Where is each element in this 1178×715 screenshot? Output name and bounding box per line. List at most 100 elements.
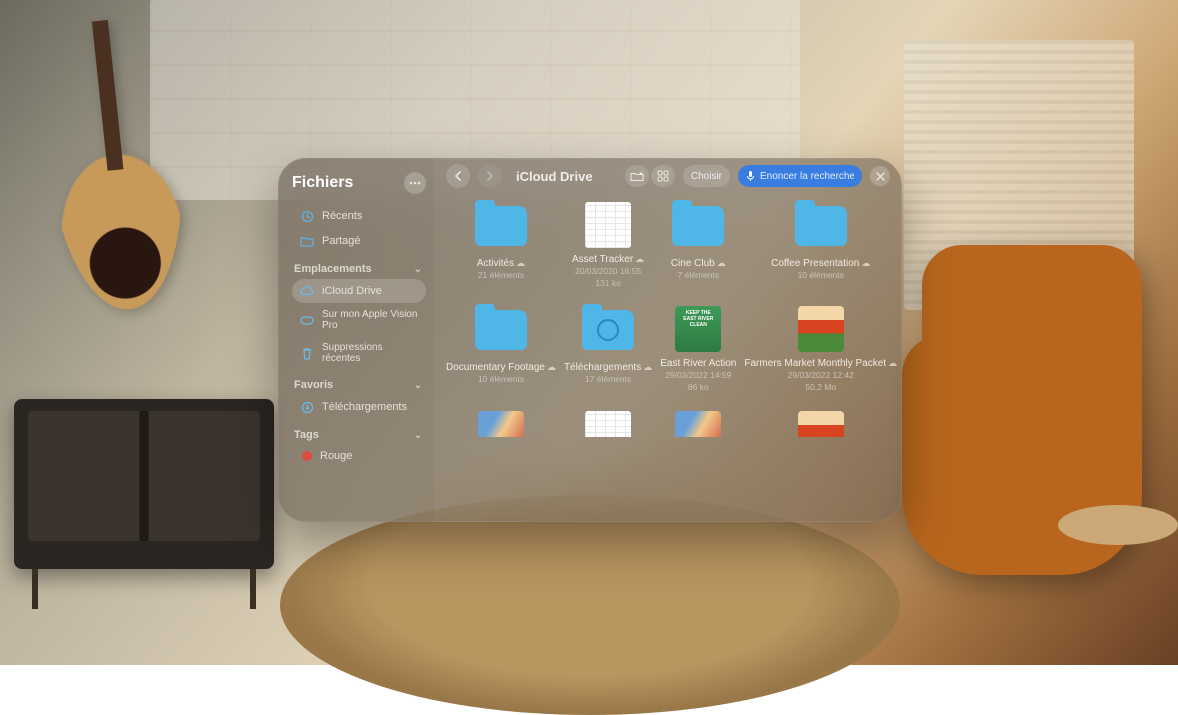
file-name: Farmers Market Monthly Packet☁︎ [742,358,899,369]
choose-button[interactable]: Choisir [683,165,730,187]
cloud-status-icon: ☁︎ [888,358,897,368]
shared-folder-icon [300,234,314,248]
file-meta2: 50,2 Mo [742,382,899,393]
chevron-left-icon [454,171,462,181]
file-item[interactable]: Farmers Market Monthly Packet☁︎29/03/202… [742,306,899,392]
cloud-status-icon: ☁︎ [717,258,726,268]
file-meta: 29/03/2022 12:42 [742,370,899,381]
search-field[interactable] [738,165,862,187]
file-item[interactable]: Coffee Presentation☁︎10 éléments [742,202,899,288]
file-meta: 7 éléments [658,270,738,281]
chevron-down-icon: ⌄ [414,264,422,275]
file-meta: 10 éléments [742,270,899,281]
file-name: East River Action [658,358,738,369]
sidebar-label: iCloud Drive [322,285,382,297]
location-title: iCloud Drive [516,169,593,184]
cabinet-decor [14,399,274,569]
file-thumb [795,411,847,437]
file-thumb [795,206,847,252]
file-meta: 29/03/2022 14:59 [658,370,738,381]
file-item[interactable]: Téléchargements☁︎17 éléments [562,306,654,392]
view-options-button[interactable] [651,165,675,187]
sidebar-section-favorites[interactable]: Favoris ⌄ [294,379,422,391]
file-name: Documentary Footage☁︎ [444,362,558,373]
file-thumb [672,411,724,437]
file-item-partial[interactable] [658,411,738,443]
sidebar-section-locations[interactable]: Emplacements ⌄ [294,263,422,275]
sidebar-item-icloud[interactable]: iCloud Drive [292,279,426,303]
cloud-status-icon: ☁︎ [643,362,652,372]
coffee-table [280,495,900,715]
cloud-status-icon: ☁︎ [861,258,870,268]
sidebar-item-recently-deleted[interactable]: Suppressions récentes [292,337,426,369]
cloud-icon [300,284,314,298]
file-item-partial[interactable] [562,411,654,443]
file-thumb [475,206,527,252]
new-folder-button[interactable] [625,165,649,187]
file-grid: Activités☁︎21 élémentsAsset Tracker☁︎20/… [434,194,902,522]
file-thumb [475,310,527,356]
cloud-status-icon: ☁︎ [635,254,644,264]
file-meta2: 86 ko [658,382,738,393]
file-meta: 10 éléments [444,374,558,385]
file-thumb [582,202,634,248]
chevron-down-icon: ⌄ [414,380,422,391]
visionpro-icon [300,313,314,327]
file-item[interactable]: Asset Tracker☁︎20/03/2020 16:55131 ko [562,202,654,288]
sidebar-label: Suppressions récentes [322,342,418,364]
toolbar: iCloud Drive Choisir [434,158,902,194]
red-tag-icon [302,451,312,461]
file-meta: 17 éléments [562,374,654,385]
cloud-status-icon: ☁︎ [547,362,556,372]
file-name: Asset Tracker☁︎ [562,254,654,265]
file-meta: 20/03/2020 16:55 [562,266,654,277]
sidebar-label: Partagé [322,235,361,247]
back-button[interactable] [446,164,470,188]
file-thumb [795,306,847,352]
file-item[interactable]: Activités☁︎21 éléments [444,202,558,288]
file-thumb [582,310,634,356]
sidebar-label: Rouge [320,450,352,462]
sidebar-item-tag-red[interactable]: Rouge [292,445,426,467]
chevron-down-icon: ⌄ [414,430,422,441]
sidebar-section-tags[interactable]: Tags ⌄ [294,429,422,441]
sidebar-item-recents[interactable]: Récents [292,204,426,228]
file-item-partial[interactable] [742,411,899,443]
close-search-button[interactable] [870,166,890,186]
file-item[interactable]: East River Action29/03/2022 14:5986 ko [658,306,738,392]
file-name: Cine Club☁︎ [658,258,738,269]
clock-icon [300,209,314,223]
cloud-status-icon: ☁︎ [516,258,525,268]
forward-button[interactable] [478,164,502,188]
file-item[interactable]: Cine Club☁︎7 éléments [658,202,738,288]
sidebar-label: Sur mon Apple Vision Pro [322,309,418,331]
ellipsis-icon [409,181,421,185]
file-thumb [582,411,634,437]
sidebar-item-on-device[interactable]: Sur mon Apple Vision Pro [292,304,426,336]
sidebar-item-downloads[interactable]: Téléchargements [292,395,426,419]
more-button[interactable] [404,172,426,194]
sidebar-item-shared[interactable]: Partagé [292,229,426,253]
mic-icon [746,170,755,182]
grid-icon [657,170,669,182]
files-window: Fichiers Récents Partagé Emplacements ⌄ … [278,158,902,522]
search-input[interactable] [760,171,854,182]
sidebar-label: Téléchargements [322,401,407,413]
folder-plus-icon [630,171,644,182]
file-name: Coffee Presentation☁︎ [742,258,899,269]
app-title: Fichiers [292,174,353,192]
file-meta2: 131 ko [562,278,654,289]
file-thumb [672,206,724,252]
file-meta: 21 éléments [444,270,558,281]
file-name: Activités☁︎ [444,258,558,269]
side-table [1058,505,1178,545]
sidebar: Fichiers Récents Partagé Emplacements ⌄ … [278,158,434,522]
close-icon [876,172,885,181]
sidebar-label: Récents [322,210,362,222]
file-thumb [475,411,527,437]
file-name: Téléchargements☁︎ [562,362,654,373]
file-item-partial[interactable] [444,411,558,443]
download-icon [300,400,314,414]
file-item[interactable]: Documentary Footage☁︎10 éléments [444,306,558,392]
file-thumb [672,306,724,352]
